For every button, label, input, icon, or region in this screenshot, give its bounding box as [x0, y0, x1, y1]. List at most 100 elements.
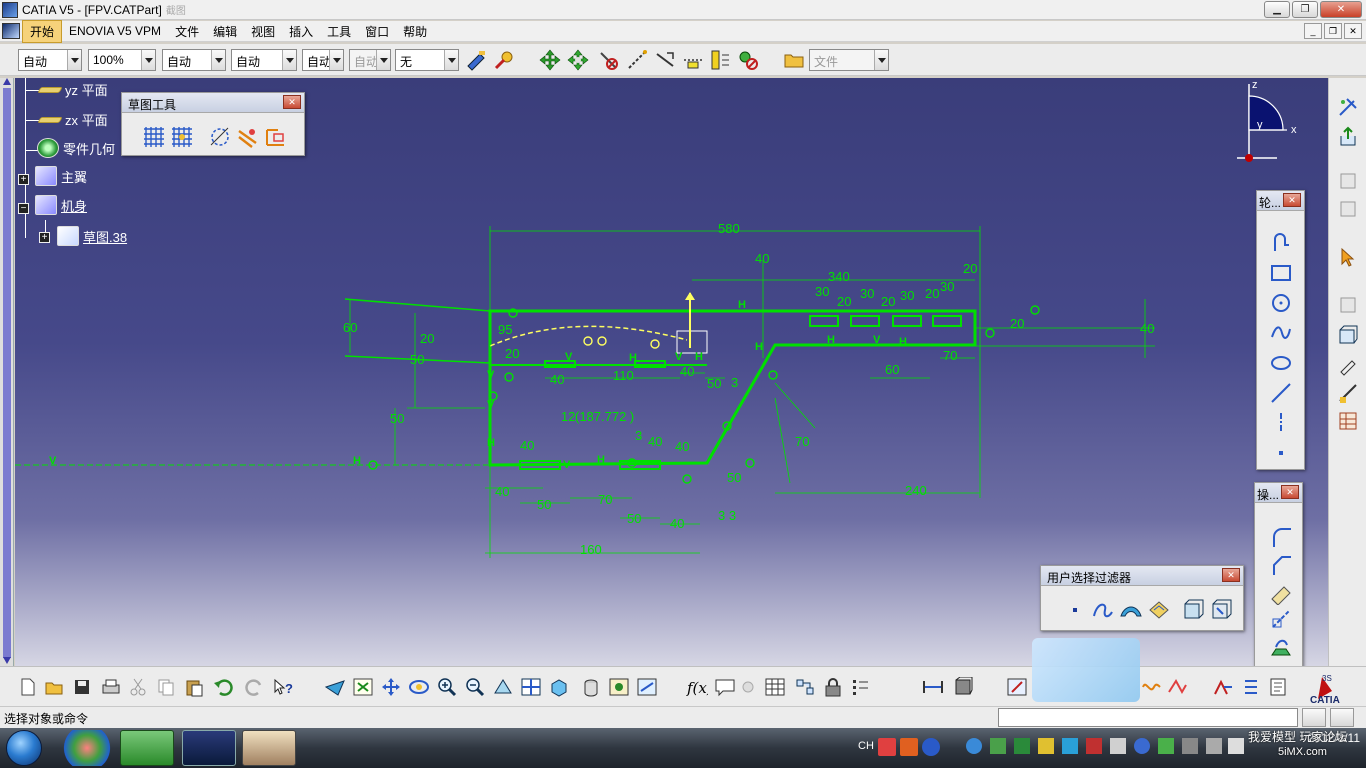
menu-insert[interactable]: 插入: [282, 21, 320, 42]
painter-icon[interactable]: [465, 49, 487, 71]
menu-view[interactable]: 视图: [244, 21, 282, 42]
point-icon[interactable]: [1269, 441, 1293, 465]
input-language[interactable]: CH: [858, 740, 874, 752]
geometric-constraints-icon[interactable]: [236, 125, 260, 149]
tree-item-main-wing[interactable]: 主翼: [35, 166, 87, 186]
dimensional-constraints-icon[interactable]: [264, 125, 288, 149]
mdi-minimize-button[interactable]: _: [1304, 23, 1322, 39]
tree-item-part-geometry[interactable]: 零件几何: [37, 138, 115, 158]
paste-icon[interactable]: [184, 677, 204, 697]
iso-view-icon[interactable]: [548, 677, 570, 697]
dimension-constraint-icon[interactable]: [682, 49, 704, 71]
lock-icon[interactable]: [822, 677, 844, 697]
pan-icon[interactable]: [539, 49, 561, 71]
mdi-restore-button[interactable]: ❐: [1324, 23, 1342, 39]
pencil-icon[interactable]: [1337, 354, 1359, 376]
menu-edit[interactable]: 编辑: [206, 21, 244, 42]
restore-button[interactable]: ❐: [1292, 1, 1318, 18]
tree-scrollbar[interactable]: [0, 78, 14, 666]
point-filter-icon[interactable]: [1063, 598, 1087, 622]
new-file-icon[interactable]: [18, 677, 38, 697]
rotate-icon[interactable]: [567, 49, 589, 71]
toolbar-titlebar[interactable]: 轮... ✕: [1257, 191, 1304, 211]
comment-icon[interactable]: [714, 677, 736, 697]
tray-s-icon[interactable]: [900, 738, 918, 756]
volume-filter-icon[interactable]: [1147, 598, 1171, 622]
chevron-down-icon[interactable]: [141, 50, 155, 70]
measure-between-icon[interactable]: [922, 677, 944, 697]
tray-power-icon[interactable]: [1206, 738, 1222, 754]
print-icon[interactable]: [100, 677, 122, 697]
properties-icon[interactable]: [1268, 677, 1290, 697]
layer-combo[interactable]: 无: [395, 49, 459, 71]
scroll-thumb[interactable]: [3, 88, 11, 658]
zoom-out-icon[interactable]: [464, 677, 486, 697]
circle-icon[interactable]: [1269, 291, 1293, 315]
compass[interactable]: z x y: [1237, 80, 1309, 166]
tray-usb-icon[interactable]: [1182, 738, 1198, 754]
geometry-inside-filter-icon[interactable]: [1209, 598, 1233, 622]
exit-workbench-icon[interactable]: [1337, 126, 1359, 148]
selected-point-box[interactable]: [676, 330, 708, 354]
auto-constraint-icon[interactable]: [709, 49, 731, 71]
pan-view-icon[interactable]: [380, 677, 402, 697]
zoom-in-icon[interactable]: [436, 677, 458, 697]
folder-icon[interactable]: [783, 49, 805, 71]
sketch-icon[interactable]: [1337, 96, 1359, 118]
mdi-close-button[interactable]: ✕: [1344, 23, 1362, 39]
tree-item-zx-plane[interactable]: zx 平面: [37, 110, 108, 129]
tray-speaker-icon[interactable]: [1228, 738, 1244, 754]
geometric-constraint-icon[interactable]: [654, 49, 676, 71]
dimension-style-icon[interactable]: [1140, 677, 1162, 697]
animate-constraint-icon[interactable]: [737, 49, 759, 71]
close-toolbar-button[interactable]: ✕: [1283, 193, 1301, 207]
close-toolbar-button[interactable]: ✕: [1222, 568, 1240, 582]
whats-this-icon[interactable]: ?: [272, 677, 294, 697]
equations-icon[interactable]: [850, 677, 872, 697]
taskbar-app-paint[interactable]: [242, 730, 296, 766]
tray-help-icon[interactable]: [922, 738, 940, 756]
menu-file[interactable]: 文件: [168, 21, 206, 42]
tree-item-sketch-38[interactable]: 草图.38: [57, 226, 127, 246]
line-icon[interactable]: [1269, 381, 1293, 405]
thickness-combo[interactable]: 自动: [231, 49, 297, 71]
snap-to-point-icon[interactable]: [170, 125, 194, 149]
color-combo[interactable]: 自动: [18, 49, 82, 71]
user-selection-filter-toolbar[interactable]: 用户选择过滤器 ✕: [1040, 565, 1244, 631]
tray-shield-icon[interactable]: [1014, 738, 1030, 754]
hide-show-icon[interactable]: [608, 677, 630, 697]
corner-icon[interactable]: [1269, 525, 1293, 549]
chevron-down-icon[interactable]: [211, 50, 225, 70]
status-button-2[interactable]: [1330, 708, 1354, 727]
taskbar-app-catia[interactable]: [182, 730, 236, 766]
menu-help[interactable]: 帮助: [396, 21, 434, 42]
menu-window[interactable]: 窗口: [358, 21, 396, 42]
menu-tools[interactable]: 工具: [320, 21, 358, 42]
tray-qq-icon[interactable]: [1038, 738, 1054, 754]
measure-item-icon[interactable]: [952, 677, 974, 697]
spline-icon[interactable]: [1269, 321, 1293, 345]
construction-element-icon[interactable]: [208, 125, 232, 149]
grid-icon[interactable]: [142, 125, 166, 149]
sketch-tools-toolbar[interactable]: 草图工具 ✕: [121, 92, 305, 156]
list-icon[interactable]: [1240, 677, 1262, 697]
taskbar-app-picasa[interactable]: [60, 730, 114, 766]
tray-monitor-icon[interactable]: [1158, 738, 1174, 754]
open-folder-icon[interactable]: [44, 677, 64, 697]
rotate-view-icon[interactable]: [408, 677, 430, 697]
toolbar-titlebar[interactable]: 操... ✕: [1255, 483, 1302, 503]
analysis-icon[interactable]: [1166, 677, 1188, 697]
tray-app-icon[interactable]: [990, 738, 1006, 754]
curve-filter-icon[interactable]: [1091, 598, 1115, 622]
measure-icon[interactable]: [1337, 382, 1359, 404]
toolbar-titlebar[interactable]: 草图工具 ✕: [122, 93, 304, 113]
status-button-1[interactable]: [1302, 708, 1326, 727]
collapse-minus-icon[interactable]: −: [18, 203, 29, 214]
tray-volume-icon[interactable]: [1110, 738, 1126, 754]
chevron-down-icon[interactable]: [282, 50, 296, 70]
tray-sync-icon[interactable]: [1134, 738, 1150, 754]
normal-view-icon[interactable]: [492, 677, 514, 697]
operation-toolbar[interactable]: 操... ✕: [1254, 482, 1303, 668]
scroll-down-icon[interactable]: [3, 657, 11, 664]
pocket-icon[interactable]: [1337, 324, 1359, 346]
